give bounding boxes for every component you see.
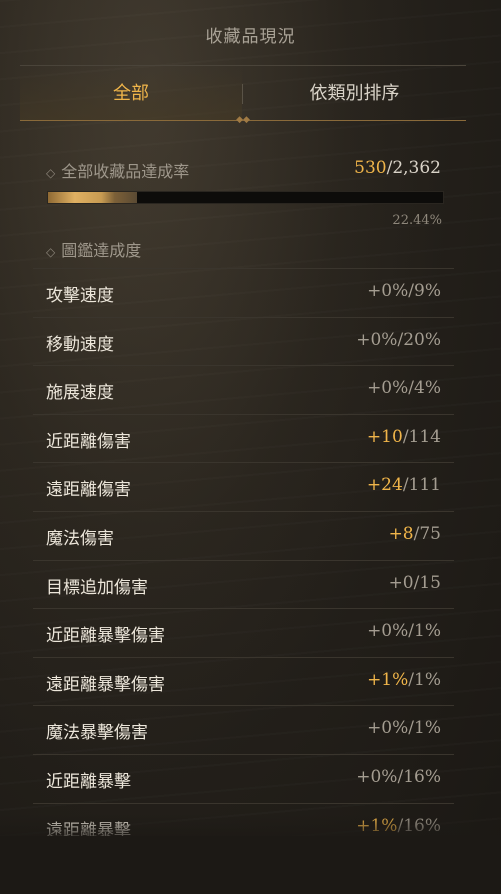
- stat-bonus: +1%: [356, 815, 398, 836]
- stat-value: +8/75: [389, 524, 441, 544]
- stat-max: 4%: [414, 378, 441, 399]
- stat-name: 近距離暴擊傷害: [46, 626, 165, 647]
- stat-bonus: +24: [366, 475, 403, 496]
- stat-max: 15: [419, 572, 441, 593]
- page-title: 收藏品現況: [205, 27, 296, 47]
- stat-max: 1%: [414, 718, 441, 739]
- stat-row: 目標追加傷害 +0/15: [33, 559, 454, 609]
- stat-name: 魔法傷害: [46, 528, 114, 549]
- stat-row: 魔法傷害 +8/75: [33, 510, 454, 560]
- stat-bonus: +0%: [367, 621, 409, 642]
- stat-row: 攻擊速度 +0%/9%: [33, 268, 454, 317]
- stat-bonus: +0%: [356, 766, 398, 787]
- stat-value: +0%/20%: [356, 330, 441, 350]
- stat-max: 75: [419, 523, 441, 544]
- stat-value: +0/15: [389, 573, 441, 593]
- stat-name: 魔法暴擊傷害: [46, 723, 148, 744]
- stat-row: 遠距離傷害 +24/111: [33, 462, 454, 511]
- stat-row: 魔法暴擊傷害 +0%/1%: [33, 705, 454, 754]
- stat-value: +0%/16%: [356, 767, 441, 787]
- stat-name: 近距離暴擊: [46, 771, 131, 792]
- overall-percent: 22.44%: [392, 213, 442, 228]
- stat-value: +0%/1%: [367, 621, 441, 641]
- diamond-icon: ◇: [46, 245, 56, 259]
- stat-bonus: +0%: [367, 718, 409, 739]
- stat-bonus: +8: [388, 523, 414, 544]
- overall-completion-label: ◇ 全部收藏品達成率: [46, 162, 190, 181]
- stat-name: 遠距離傷害: [46, 480, 131, 501]
- stat-bonus: +10: [366, 426, 403, 447]
- stat-value: +1%/1%: [367, 670, 441, 690]
- stat-bonus: +1%: [367, 669, 409, 690]
- overall-count: 530/2,362: [354, 158, 441, 178]
- stat-max: 16%: [403, 766, 441, 787]
- stat-max: 1%: [414, 669, 441, 690]
- stat-max: 111: [408, 475, 441, 496]
- diamond-icon: ◇: [46, 166, 56, 180]
- stat-row: 遠距離暴擊傷害 +1%/1%: [33, 656, 454, 706]
- ornament-icon: ◆◆: [236, 115, 250, 125]
- overall-progress-bar: [47, 191, 444, 204]
- stat-name: 施展速度: [46, 383, 114, 404]
- stat-max: 1%: [414, 621, 441, 642]
- progress-fill: [48, 192, 137, 203]
- stat-name: 遠距離暴擊傷害: [46, 674, 165, 695]
- stat-row: 近距離傷害 +10/114: [33, 413, 454, 463]
- bottom-panel-edge: [0, 836, 501, 894]
- owned-count: 530: [354, 158, 387, 178]
- stat-row: 近距離暴擊 +0%/16%: [33, 753, 454, 803]
- stat-row: 移動速度 +0%/20%: [33, 316, 454, 366]
- stat-max: 114: [408, 426, 441, 447]
- stat-value: +1%/16%: [356, 816, 441, 836]
- stat-max: 16%: [403, 815, 441, 836]
- stat-list: 攻擊速度 +0%/9% 移動速度 +0%/20% 施展速度 +0%/4% 近距離傷害 +10/…: [33, 268, 454, 851]
- stat-name: 移動速度: [46, 334, 114, 355]
- stat-name: 目標追加傷害: [46, 577, 148, 598]
- stat-name: 攻擊速度: [46, 286, 114, 306]
- total-count: 2,362: [392, 158, 441, 178]
- tab-by-category[interactable]: 依類別排序: [243, 68, 466, 120]
- stat-value: +0%/1%: [367, 718, 441, 738]
- stat-bonus: +0%: [367, 378, 409, 399]
- stat-bonus: +0%: [367, 281, 409, 301]
- stat-value: +0%/4%: [367, 378, 441, 398]
- tab-bar: 全部 依類別排序: [20, 68, 466, 120]
- stat-bonus: +0%: [356, 329, 398, 350]
- stat-value: +24/111: [367, 475, 441, 495]
- stat-max: 9%: [414, 281, 441, 301]
- stat-value: +0%/9%: [367, 281, 441, 301]
- stat-max: 20%: [403, 329, 441, 350]
- tab-all[interactable]: 全部: [20, 68, 242, 120]
- stat-row: 近距離暴擊傷害 +0%/1%: [33, 608, 454, 657]
- stat-bonus: +0: [388, 572, 414, 593]
- codex-completion-label: ◇ 圖鑑達成度: [46, 241, 142, 260]
- stat-name: 近距離傷害: [46, 431, 131, 452]
- stat-row: 施展速度 +0%/4%: [33, 365, 454, 414]
- header-divider: [20, 65, 466, 66]
- stat-value: +10/114: [367, 427, 441, 447]
